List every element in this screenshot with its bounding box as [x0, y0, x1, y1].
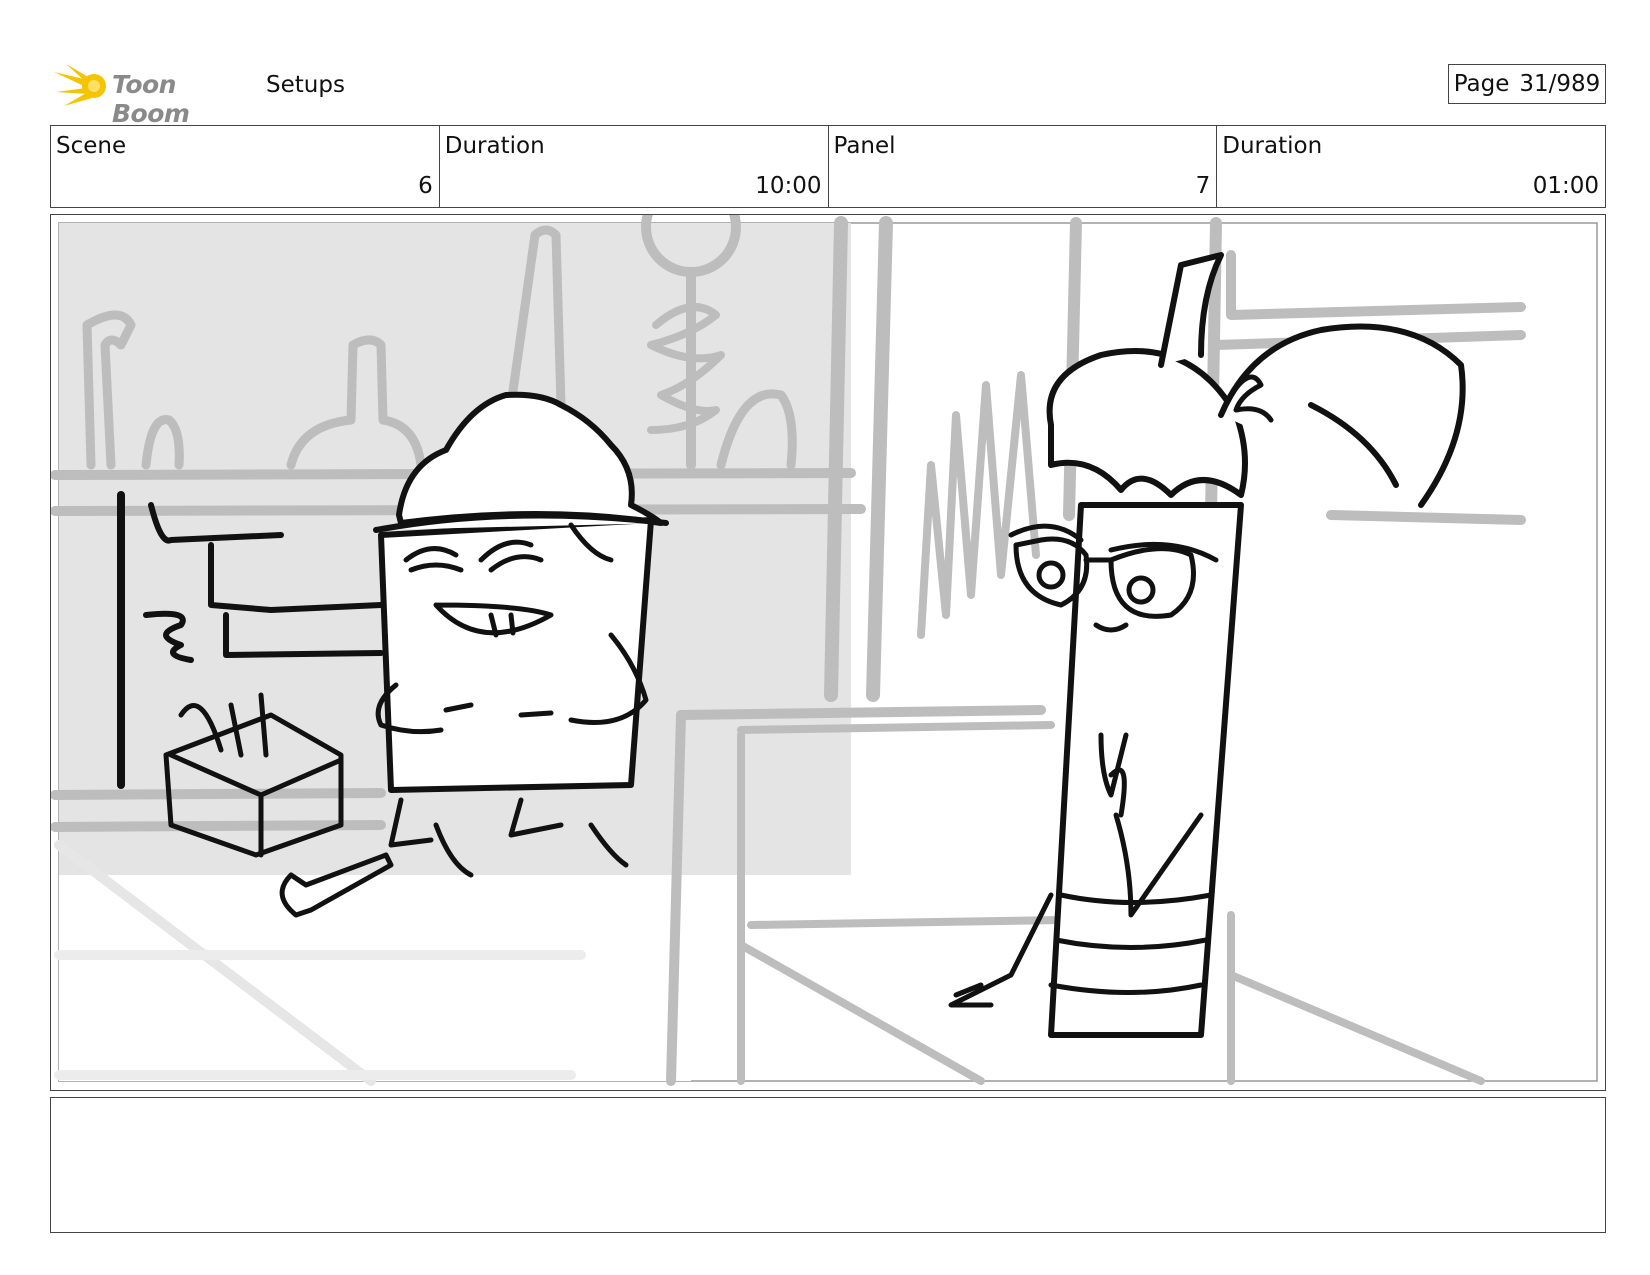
panel-label: Panel [833, 133, 896, 159]
info-table: Scene 6 Duration 10:00 Panel 7 Duration … [50, 125, 1606, 208]
scene-duration-label: Duration [444, 133, 545, 159]
scene-duration-value: 10:00 [755, 173, 822, 199]
scene-value: 6 [418, 173, 433, 199]
panel-cell: Panel 7 [829, 126, 1218, 207]
logo-burst-icon [54, 64, 106, 106]
page-indicator: Page 31/989 [1448, 64, 1606, 104]
page-number: 31/989 [1519, 71, 1601, 97]
scene-duration-cell: Duration 10:00 [440, 126, 829, 207]
panel-duration-label: Duration [1222, 133, 1323, 159]
panel-duration-value: 01:00 [1532, 173, 1599, 199]
toon-boom-logo: Toon Boom [54, 62, 250, 128]
storyboard-sketch [51, 215, 1598, 1086]
panel-duration-cell: Duration 01:00 [1217, 126, 1605, 207]
logo-text: Toon Boom [112, 70, 190, 128]
header: Toon Boom Setups Page 31/989 [50, 58, 1606, 128]
storyboard-frame [50, 214, 1606, 1091]
panel-value: 7 [1195, 173, 1211, 199]
section-title: Setups [266, 72, 345, 98]
notes-box [50, 1097, 1606, 1233]
scene-cell: Scene 6 [51, 126, 440, 207]
scene-label: Scene [56, 133, 127, 159]
page-label: Page [1453, 71, 1510, 97]
